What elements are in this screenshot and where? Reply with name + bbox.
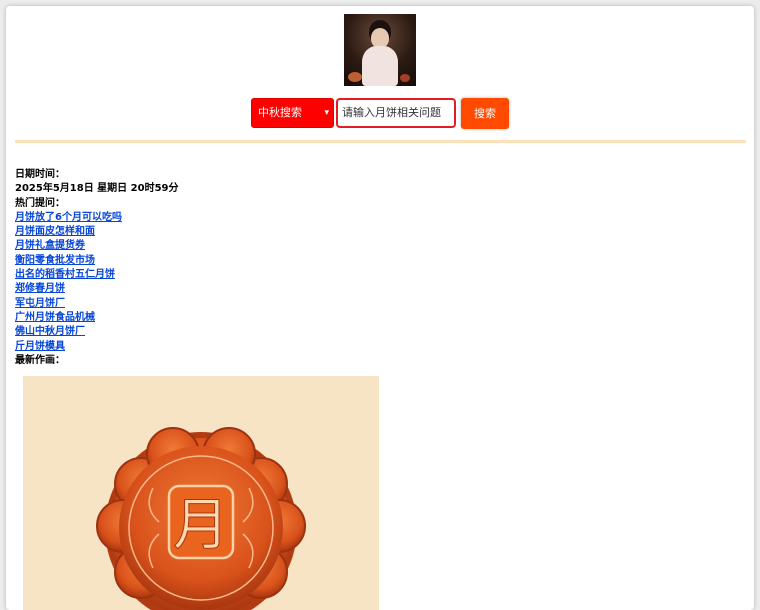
search-input[interactable]: 请输入月饼相关问题 — [336, 98, 456, 128]
hot-question-link[interactable]: 郑修春月饼 — [15, 282, 615, 296]
datetime-label: 日期时间： — [15, 169, 65, 180]
hot-questions-label: 热门提问： — [15, 197, 65, 209]
hot-question-link[interactable]: 军屯月饼厂 — [15, 297, 615, 311]
mooncake-illustration: 月 — [96, 427, 306, 610]
search-bar: 中秋搜索 ▾ 请输入月饼相关问题 搜索 — [251, 98, 511, 130]
hot-question-link[interactable]: 出名的稻香村五仁月饼 — [15, 268, 615, 282]
hot-question-link[interactable]: 衡阳零食批发市场 — [15, 254, 615, 268]
hot-question-link[interactable]: 佛山中秋月饼厂 — [15, 325, 615, 339]
page-card: 中秋搜索 ▾ 请输入月饼相关问题 搜索 日期时间： 2025年5月18日 星期日… — [6, 6, 754, 610]
avatar-figure-head — [371, 28, 389, 48]
avatar-lantern-glow-2 — [400, 74, 410, 82]
hot-question-link[interactable]: 月饼面皮怎样和面 — [15, 225, 615, 239]
avatar — [344, 14, 416, 86]
mooncake-character: 月 — [173, 493, 229, 558]
avatar-lantern-glow — [348, 72, 362, 82]
info-section: 日期时间： 2025年5月18日 星期日 20时59分 热门提问： 月饼放了6个… — [15, 168, 615, 368]
divider — [15, 140, 746, 143]
latest-artwork-image[interactable]: 月 — [23, 376, 379, 610]
avatar-figure-body — [362, 46, 398, 86]
category-select-value: 中秋搜索 — [258, 106, 302, 119]
chevron-down-icon: ▾ — [324, 108, 329, 118]
search-button[interactable]: 搜索 — [461, 98, 509, 129]
category-select[interactable]: 中秋搜索 ▾ — [251, 98, 334, 128]
latest-art-label: 最新作画： — [15, 354, 65, 366]
hot-question-link[interactable]: 广州月饼食品机械 — [15, 311, 615, 325]
datetime-value: 2025年5月18日 星期日 20时59分 — [15, 183, 179, 195]
hot-question-link[interactable]: 斤月饼模具 — [15, 340, 615, 354]
hot-question-link[interactable]: 月饼放了6个月可以吃吗 — [15, 211, 615, 225]
hot-question-link[interactable]: 月饼礼盒提货券 — [15, 239, 615, 253]
